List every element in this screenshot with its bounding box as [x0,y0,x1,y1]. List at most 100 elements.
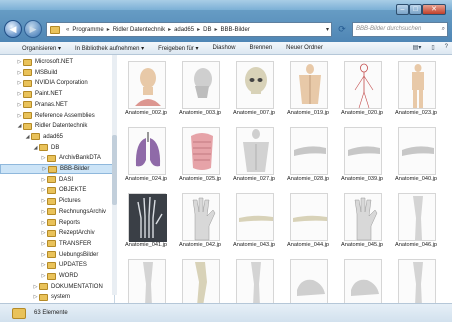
expand-arrow-icon[interactable]: ▷ [40,155,47,161]
collapse-arrow-icon[interactable]: ◢ [32,145,39,151]
preview-pane-icon[interactable]: ▯ [431,44,434,51]
sidebar-item[interactable]: ▷ ArchivBankDTA [0,153,114,163]
chevron-down-icon[interactable]: ▾ [326,26,329,33]
arrow-left-icon[interactable]: ◀ [4,20,22,38]
command-bar: Organisieren ▾ In Bibliothek aufnehmen ▾… [0,42,452,55]
sidebar-item[interactable]: ▷ system [0,292,114,302]
view-options-icon[interactable]: ▤▾ [413,44,422,51]
sidebar-item[interactable]: ▷ Pranas.NET [0,100,114,110]
file-item[interactable]: Anatomie_027.jp [227,125,281,191]
sidebar-item[interactable]: ▷ MSBuild [0,68,114,78]
folder-icon [23,79,32,87]
file-item[interactable] [281,257,335,303]
expand-arrow-icon[interactable]: ▷ [32,284,39,290]
expand-arrow-icon[interactable]: ▷ [16,59,23,65]
file-item[interactable]: Anatomie_046.jp [389,191,443,257]
expand-arrow-icon[interactable]: ▷ [40,273,47,279]
expand-arrow-icon[interactable]: ▷ [16,70,23,76]
expand-arrow-icon[interactable]: ▷ [16,80,23,86]
sidebar-item[interactable]: ▷ NVIDIA Corporation [0,78,114,88]
sidebar-item-label: Microsoft.NET [35,59,74,65]
sidebar-item[interactable]: ▷ Reports [0,218,114,228]
file-item[interactable]: Anatomie_028.jp [281,125,335,191]
file-item[interactable] [173,257,227,303]
file-item[interactable]: Anatomie_041.jp [119,191,173,257]
include-in-library-button[interactable]: In Bibliothek aufnehmen ▾ [75,45,144,52]
file-item[interactable]: Anatomie_025.jp [173,125,227,191]
sidebar-item[interactable]: ◢ DB [0,143,114,153]
organize-button[interactable]: Organisieren ▾ [22,45,61,52]
close-icon[interactable]: ✕ [422,4,446,15]
file-item[interactable] [389,257,443,303]
file-item[interactable]: Anatomie_044.jp [281,191,335,257]
minimize-icon[interactable]: – [396,4,409,15]
sidebar-item[interactable]: ▷ Paint.NET [0,89,114,99]
file-item[interactable]: Anatomie_003.jp [173,59,227,125]
sidebar-item[interactable]: ▷ RechnungsArchiv [0,207,114,217]
collapse-arrow-icon[interactable]: ◢ [16,123,23,129]
maximize-icon[interactable]: □ [409,4,422,15]
new-folder-button[interactable]: Neuer Ordner [286,45,323,51]
expand-arrow-icon[interactable]: ▷ [40,230,47,236]
expand-arrow-icon[interactable]: ▷ [40,241,47,247]
file-name: Anatomie_024.jp [125,176,167,182]
expand-arrow-icon[interactable]: ▷ [16,113,23,119]
expand-arrow-icon[interactable]: ▷ [16,102,23,108]
file-name: Anatomie_003.jp [179,110,221,116]
expand-arrow-icon[interactable]: ▷ [40,209,47,215]
file-item[interactable]: Anatomie_040.jp [389,125,443,191]
sidebar-item[interactable]: ▷ RezeptArchiv [0,228,114,238]
address-bar[interactable]: « Programme ▸ Ridler Datentechnik ▸ adad… [46,22,332,37]
sidebar-item[interactable]: ▷ BBB-Bilder [0,164,114,174]
breadcrumb-item[interactable]: DB [203,27,211,33]
expand-arrow-icon[interactable]: ▷ [40,177,47,183]
expand-arrow-icon[interactable]: ▷ [40,252,47,258]
sidebar-item[interactable]: ▷ WORD [0,271,114,281]
file-item[interactable]: Anatomie_023.jp [389,59,443,125]
share-with-button[interactable]: Freigeben für ▾ [158,45,198,52]
sidebar-item[interactable]: ▷ Reference Assemblies [0,111,114,121]
sidebar-item[interactable]: ▷ UebungsBilder [0,250,114,260]
sidebar-item[interactable]: ▷ DASI [0,175,114,185]
breadcrumb-item[interactable]: Ridler Datentechnik [113,27,165,33]
expand-arrow-icon[interactable]: ▷ [40,220,47,226]
expand-arrow-icon[interactable]: ▷ [40,187,47,193]
expand-arrow-icon[interactable]: ▷ [40,262,47,268]
sidebar-item[interactable]: ▷ UPDATES [0,260,114,270]
expand-arrow-icon[interactable]: ▷ [40,198,47,204]
sidebar-item[interactable]: ▷ TRANSFER [0,239,114,249]
help-icon[interactable]: ? [445,44,448,51]
folder-icon [39,283,48,291]
collapse-arrow-icon[interactable]: ◢ [24,134,31,140]
sidebar-item[interactable]: ▷ DOKUMENTATION [0,282,114,292]
sidebar-item[interactable]: ▷ OBJEKTE [0,185,114,195]
expand-arrow-icon[interactable]: ▷ [16,91,23,97]
expand-arrow-icon[interactable]: ▷ [41,166,48,172]
file-item[interactable]: Anatomie_043.jp [227,191,281,257]
file-item[interactable]: Anatomie_045.jp [335,191,389,257]
search-input[interactable]: BBB-Bilder durchsuchen ⌕ [352,22,448,37]
slideshow-button[interactable]: Diashow [212,45,235,51]
file-item[interactable] [227,257,281,303]
burn-button[interactable]: Brennen [249,45,272,51]
sidebar-item[interactable]: ◢ Ridler Datentechnik [0,121,114,131]
file-item[interactable]: Anatomie_024.jp [119,125,173,191]
breadcrumb-item[interactable]: adad65 [174,27,194,33]
expand-arrow-icon[interactable]: ▷ [32,294,39,300]
sidebar-item[interactable]: ◢ adad65 [0,132,114,142]
file-item[interactable] [335,257,389,303]
breadcrumb-item[interactable]: BBB-Bilder [220,27,249,33]
file-item[interactable]: Anatomie_019.jp [281,59,335,125]
search-icon[interactable]: ⌕ [442,23,445,36]
file-item[interactable]: Anatomie_020.jp [335,59,389,125]
file-item[interactable]: Anatomie_007.jp [227,59,281,125]
refresh-icon[interactable]: ⟳ [335,22,349,37]
file-item[interactable]: Anatomie_039.jp [335,125,389,191]
arrow-right-icon[interactable]: ▶ [24,20,42,38]
file-item[interactable]: Anatomie_042.jp [173,191,227,257]
file-item[interactable] [119,257,173,303]
breadcrumb-item[interactable]: Programme [72,27,103,33]
sidebar-item[interactable]: ▷ Pictures [0,196,114,206]
file-item[interactable]: Anatomie_002.jp [119,59,173,125]
sidebar-item[interactable]: ▷ Microsoft.NET [0,57,114,67]
